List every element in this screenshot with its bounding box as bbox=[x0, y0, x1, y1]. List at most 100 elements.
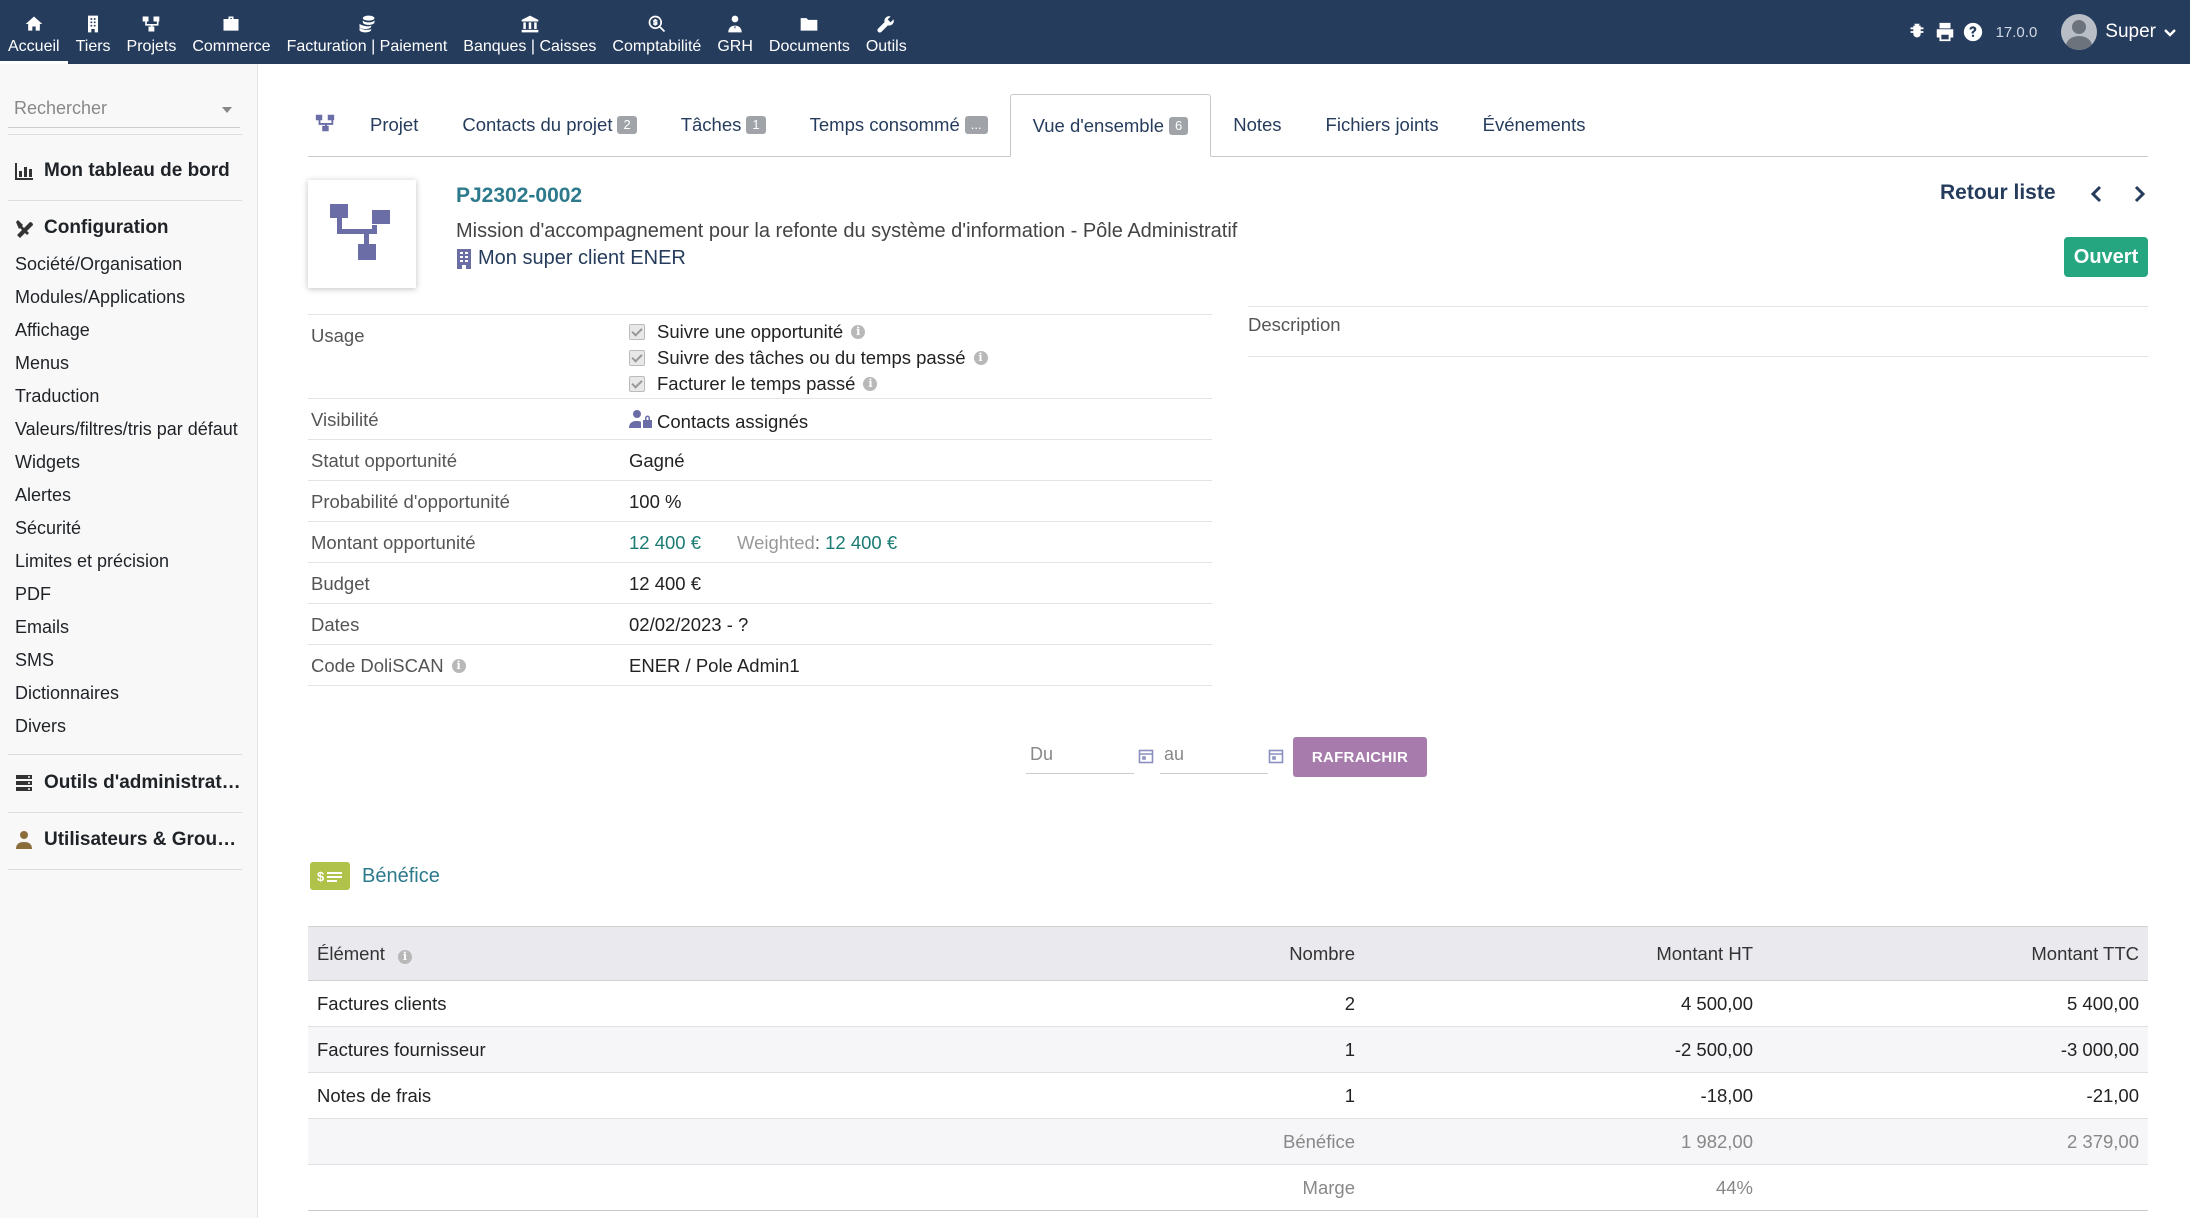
table-total-row: Bénéfice 1 982,00 2 379,00 bbox=[308, 1118, 2148, 1165]
menu-commerce[interactable]: Commerce bbox=[184, 0, 278, 64]
cell-ttc: 5 400,00 bbox=[1762, 980, 2148, 1027]
field-value: Gagné bbox=[629, 450, 685, 471]
menu-tiers[interactable]: Tiers bbox=[68, 0, 119, 64]
table-row: Notes de frais 1 -18,00 -21,00 bbox=[308, 1072, 2148, 1119]
date-to-field[interactable] bbox=[1160, 738, 1268, 774]
server-icon bbox=[14, 773, 34, 793]
sidebar-item-configuration[interactable]: Configuration bbox=[8, 200, 242, 256]
checkbox-checked[interactable] bbox=[629, 376, 645, 392]
sidebar-subitem-alertes[interactable]: Alertes bbox=[15, 485, 245, 506]
main-content: Projet Contacts du projet 2 Tâches 1 Tem… bbox=[258, 64, 2190, 1218]
menu-documents[interactable]: Documents bbox=[761, 0, 858, 64]
sidebar-item-users-groups[interactable]: Utilisateurs & Groupes bbox=[8, 812, 242, 868]
sidebar-subitem-dictionnaires[interactable]: Dictionnaires bbox=[15, 683, 245, 704]
project-client-label: Mon super client ENER bbox=[478, 247, 686, 269]
cell-element[interactable]: Factures clients bbox=[308, 980, 1026, 1027]
top-menu: Accueil Tiers Projets Commerce Facturati… bbox=[0, 0, 915, 64]
previous-record-button[interactable] bbox=[2084, 181, 2110, 207]
tab-badge: 1 bbox=[746, 116, 766, 134]
username[interactable]: Super bbox=[2105, 21, 2156, 43]
date-from-field[interactable] bbox=[1026, 738, 1134, 774]
tab-projet[interactable]: Projet bbox=[348, 94, 440, 156]
sidebar-subitem-menus[interactable]: Menus bbox=[15, 353, 245, 374]
menu-label: Accueil bbox=[8, 38, 60, 55]
menu-banques[interactable]: Banques | Caisses bbox=[455, 0, 604, 64]
print-icon[interactable] bbox=[1932, 19, 1958, 45]
sidebar-subitem-securite[interactable]: Sécurité bbox=[15, 518, 245, 539]
search-input[interactable] bbox=[8, 94, 220, 123]
top-right-tools: 17.0.0 Super bbox=[1904, 0, 2190, 64]
field-value: 02/02/2023 - ? bbox=[629, 614, 749, 635]
sidebar-subitem-limites[interactable]: Limites et précision bbox=[15, 551, 245, 572]
tab-taches[interactable]: Tâches 1 bbox=[659, 94, 788, 156]
sidebar-subitem-emails[interactable]: Emails bbox=[15, 617, 245, 638]
refresh-button[interactable]: RAFRAICHIR bbox=[1293, 737, 1427, 777]
version-label: 17.0.0 bbox=[1995, 23, 2038, 41]
field-row-dates: Dates 02/02/2023 - ? bbox=[308, 604, 1212, 645]
sidebar-subitem-sms[interactable]: SMS bbox=[15, 650, 245, 671]
tab-contacts[interactable]: Contacts du projet 2 bbox=[440, 94, 658, 156]
tab-label: Événements bbox=[1482, 114, 1586, 135]
tab-fichiers[interactable]: Fichiers joints bbox=[1304, 94, 1461, 156]
tab-project-icon[interactable] bbox=[308, 94, 348, 156]
date-to-input[interactable] bbox=[1160, 738, 1258, 771]
sidebar-subitem-divers[interactable]: Divers bbox=[15, 716, 245, 737]
menu-label: Banques | Caisses bbox=[463, 38, 597, 55]
margin-label: Marge bbox=[1026, 1164, 1364, 1211]
menu-comptabilite[interactable]: Comptabilité bbox=[604, 0, 709, 64]
sidebar-subitem-widgets[interactable]: Widgets bbox=[15, 452, 245, 473]
search-dollar-icon bbox=[647, 12, 667, 36]
sidebar-search[interactable] bbox=[8, 94, 240, 128]
tab-notes[interactable]: Notes bbox=[1211, 94, 1303, 156]
menu-accueil[interactable]: Accueil bbox=[0, 0, 68, 64]
menu-grh[interactable]: GRH bbox=[709, 0, 761, 64]
menu-projets[interactable]: Projets bbox=[119, 0, 185, 64]
project-client-link[interactable]: Mon super client ENER bbox=[456, 247, 686, 270]
sidebar-item-dashboard[interactable]: Mon tableau de bord bbox=[8, 143, 242, 199]
tab-vue-ensemble[interactable]: Vue d'ensemble 6 bbox=[1009, 94, 1212, 157]
tab-label: Notes bbox=[1233, 114, 1282, 135]
sidebar-subitem-pdf[interactable]: PDF bbox=[15, 584, 245, 605]
left-sidebar: Mon tableau de bord Configuration Sociét… bbox=[0, 64, 258, 1218]
status-badge: Ouvert bbox=[2064, 237, 2148, 277]
avatar[interactable] bbox=[2061, 14, 2098, 50]
field-label: Usage bbox=[311, 325, 365, 346]
sidebar-item-label: Utilisateurs & Groupes bbox=[44, 829, 242, 850]
next-record-button[interactable] bbox=[2126, 181, 2152, 207]
field-value: Contacts assignés bbox=[629, 409, 808, 434]
checkbox-checked[interactable] bbox=[629, 324, 645, 340]
divider bbox=[1248, 306, 2148, 307]
sidebar-subitem-valeurs[interactable]: Valeurs/filtres/tris par défaut bbox=[15, 419, 245, 440]
sidebar-subitem-affichage[interactable]: Affichage bbox=[15, 320, 245, 341]
cell-element[interactable]: Factures fournisseur bbox=[308, 1026, 1026, 1073]
tab-bar: Projet Contacts du projet 2 Tâches 1 Tem… bbox=[308, 94, 2148, 157]
table-row: Factures clients 2 4 500,00 5 400,00 bbox=[308, 980, 2148, 1027]
cell-ttc: -3 000,00 bbox=[1762, 1026, 2148, 1073]
sidebar-subitem-societe[interactable]: Société/Organisation bbox=[15, 254, 245, 275]
sidebar-subitem-traduction[interactable]: Traduction bbox=[15, 386, 245, 407]
help-icon[interactable] bbox=[1960, 19, 1986, 45]
sidebar-subitem-modules[interactable]: Modules/Applications bbox=[15, 287, 245, 308]
total-label: Bénéfice bbox=[1026, 1118, 1364, 1165]
building-icon bbox=[457, 248, 471, 269]
dropdown-caret-icon[interactable] bbox=[222, 107, 232, 113]
chevron-down-icon[interactable] bbox=[2162, 24, 2178, 40]
sidebar-divider bbox=[8, 869, 242, 870]
tab-evenements[interactable]: Événements bbox=[1461, 94, 1608, 156]
visibility-value: Contacts assignés bbox=[657, 410, 809, 432]
checkbox-checked[interactable] bbox=[629, 350, 645, 366]
money-bill-icon: $ bbox=[310, 862, 350, 890]
menu-outils[interactable]: Outils bbox=[858, 0, 915, 64]
menu-facturation[interactable]: Facturation | Paiement bbox=[279, 0, 456, 64]
tab-temps[interactable]: Temps consommé ... bbox=[788, 94, 1010, 156]
cell-element[interactable]: Notes de frais bbox=[308, 1072, 1026, 1119]
calendar-icon[interactable] bbox=[1268, 748, 1284, 764]
top-navbar: Accueil Tiers Projets Commerce Facturati… bbox=[0, 0, 2190, 64]
tab-badge: 6 bbox=[1168, 116, 1189, 135]
date-from-input[interactable] bbox=[1026, 738, 1124, 771]
sidebar-item-admin-tools[interactable]: Outils d'administration bbox=[8, 755, 242, 811]
calendar-icon[interactable] bbox=[1138, 748, 1154, 764]
bug-icon[interactable] bbox=[1904, 19, 1930, 45]
back-to-list-link[interactable]: Retour liste bbox=[1940, 181, 2056, 205]
field-label: Dates bbox=[311, 614, 360, 635]
